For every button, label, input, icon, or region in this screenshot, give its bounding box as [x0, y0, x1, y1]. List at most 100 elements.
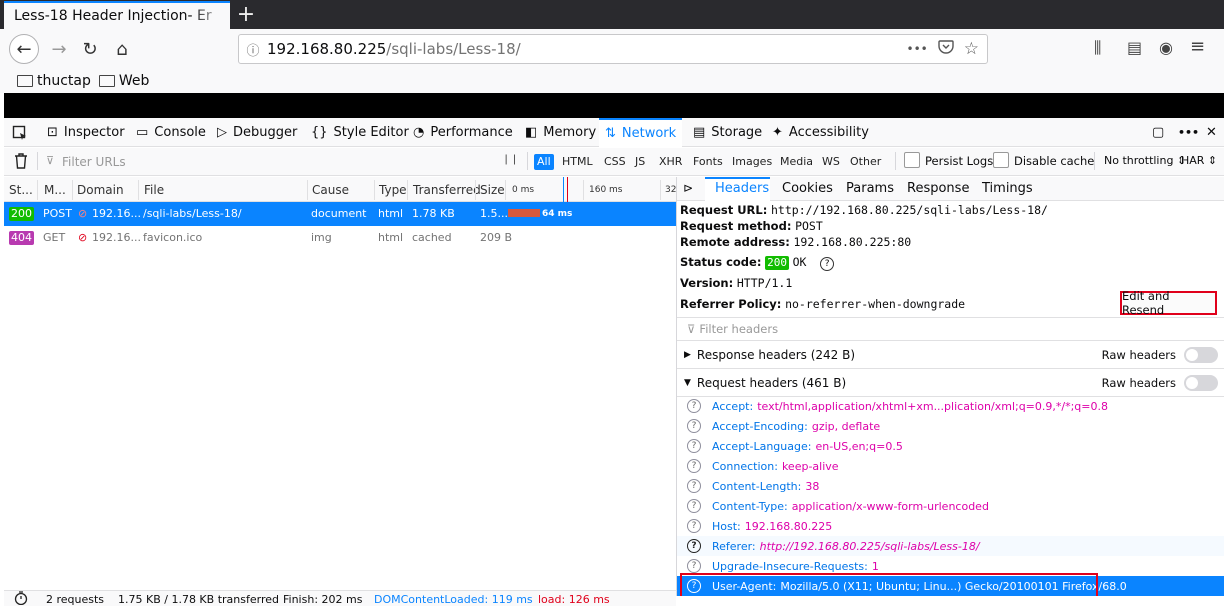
cause-cell: img — [311, 231, 332, 244]
header-row[interactable]: ? Content-Type: application/x-www-form-url… — [677, 496, 1224, 516]
more-options-icon[interactable]: ••• — [1178, 118, 1199, 147]
col-transferred[interactable]: Transferred — [413, 183, 481, 197]
panel-toggle-icon[interactable]: ⊳ — [683, 181, 693, 195]
har-menu[interactable]: HAR ⇕ — [1181, 154, 1217, 167]
filter-images[interactable]: Images — [729, 154, 775, 170]
raw-headers-label: Raw headers — [1101, 376, 1176, 390]
insecure-icon: ⊘ — [78, 207, 88, 220]
header-row[interactable]: ? Accept-Language: en-US,en;q=0.5 — [677, 436, 1224, 456]
filter-html[interactable]: HTML — [559, 154, 596, 170]
help-icon[interactable]: ? — [687, 519, 701, 533]
filter-css[interactable]: CSS — [601, 154, 629, 170]
tab-network[interactable]: ⇅ Network — [599, 118, 683, 147]
request-headers-section[interactable]: ▼ Request headers (461 B) Raw headers — [677, 368, 1224, 396]
filter-js[interactable]: JS — [632, 154, 648, 170]
help-icon[interactable]: ? — [687, 459, 701, 473]
reload-button[interactable]: ↻ — [75, 34, 105, 64]
tab-accessibility[interactable]: ✦ Accessibility — [772, 118, 869, 147]
edit-and-resend-button[interactable]: Edit and Resend — [1120, 289, 1217, 317]
raw-headers-toggle[interactable] — [1184, 347, 1218, 363]
dock-icon[interactable]: ▢ — [1152, 118, 1164, 147]
col-domain[interactable]: Domain — [77, 183, 124, 197]
pocket-icon[interactable] — [938, 40, 954, 58]
help-icon[interactable]: ? — [687, 399, 701, 413]
filter-media[interactable]: Media — [777, 154, 816, 170]
tab-timings[interactable]: Timings — [982, 181, 1033, 196]
tab-style-editor[interactable]: {} Style Editor — [311, 118, 409, 147]
help-icon[interactable]: ? — [687, 499, 701, 513]
tab-cookies[interactable]: Cookies — [782, 181, 833, 196]
help-icon[interactable]: ? — [687, 559, 701, 573]
status-code-badge: 200 — [765, 256, 789, 270]
filter-other[interactable]: Other — [847, 154, 884, 170]
bookmark-folder[interactable]: Web — [98, 73, 149, 89]
response-headers-section[interactable]: ▶ Response headers (242 B) Raw headers — [677, 340, 1224, 368]
tab-console[interactable]: ▭ Console — [136, 118, 206, 147]
tab-performance[interactable]: ◔ Performance — [413, 118, 513, 147]
help-icon[interactable]: ? — [687, 539, 701, 553]
table-row[interactable]: 200 POST ⊘ 192.16... /sqli-labs/Less-18/… — [4, 202, 676, 226]
trash-icon[interactable] — [14, 153, 28, 172]
col-method[interactable]: M... — [44, 183, 66, 197]
header-row[interactable]: ? Accept-Encoding: gzip, deflate — [677, 416, 1224, 436]
col-file[interactable]: File — [144, 183, 164, 197]
table-row[interactable]: 404 GET ⊘ 192.16... favicon.ico img html… — [4, 226, 676, 250]
col-size[interactable]: Size — [480, 183, 505, 197]
element-picker-icon[interactable] — [12, 118, 28, 147]
file-cell: favicon.ico — [143, 231, 203, 244]
account-icon[interactable]: ◉ — [1159, 38, 1173, 57]
tab-params[interactable]: Params — [846, 181, 894, 196]
header-row[interactable]: ? Connection: keep-alive — [677, 456, 1224, 476]
filter-fonts[interactable]: Fonts — [690, 154, 726, 170]
throttling-select[interactable]: No throttling ⇕ — [1104, 154, 1186, 167]
close-devtools-icon[interactable]: ✕ — [1206, 118, 1217, 147]
url-bar[interactable]: ⓘ 192.168.80.225/sqli-labs/Less-18/ ••• … — [238, 34, 988, 64]
raw-headers-toggle[interactable] — [1184, 375, 1218, 391]
filter-all[interactable]: All — [534, 154, 554, 170]
size-cell: 209 B — [480, 231, 513, 244]
performance-analysis-icon[interactable] — [14, 591, 28, 608]
new-tab-button[interactable]: + — [232, 1, 260, 27]
tab-label: Performance — [430, 125, 513, 140]
library-icon[interactable]: ⫼ — [1094, 38, 1101, 58]
header-row[interactable]: ? Content-Length: 38 — [677, 476, 1224, 496]
help-icon[interactable]: ? — [820, 257, 835, 271]
col-type[interactable]: Type — [379, 183, 407, 197]
disable-cache-checkbox[interactable] — [993, 152, 1009, 168]
header-row[interactable]: ? Accept: text/html,application/xhtml+xm..… — [677, 396, 1224, 416]
accessibility-icon: ✦ — [772, 125, 783, 140]
tab-debugger[interactable]: ▷ Debugger — [217, 118, 297, 147]
forward-button[interactable]: → — [44, 34, 74, 64]
filter-ws[interactable]: WS — [819, 154, 843, 170]
back-button[interactable]: ← — [9, 34, 39, 64]
pause-icon[interactable]: ❘❘ — [502, 154, 519, 165]
bookmark-star-icon[interactable]: ☆ — [964, 39, 979, 59]
tab-storage[interactable]: ▤ Storage — [693, 118, 762, 147]
col-cause[interactable]: Cause — [312, 183, 349, 197]
browser-tab[interactable]: Less-18 Header Injection- Er — [4, 1, 230, 29]
header-row[interactable]: ? Referer: http://192.168.80.225/sqli-labs… — [677, 536, 1224, 556]
tab-headers[interactable]: Headers — [715, 181, 769, 196]
filter-headers-input[interactable]: ⊽ Filter headers — [677, 317, 1224, 339]
request-url-value: http://192.168.80.225/sqli-labs/Less-18/ — [771, 203, 1048, 217]
help-icon[interactable]: ? — [687, 479, 701, 493]
header-value: en-US,en;q=0.5 — [815, 439, 903, 453]
filter-urls-input[interactable]: Filter URLs — [62, 155, 126, 169]
header-row[interactable]: ? Host: 192.168.80.225 — [677, 516, 1224, 536]
col-status[interactable]: St... — [9, 183, 33, 197]
home-button[interactable]: ⌂ — [107, 34, 137, 64]
tab-response[interactable]: Response — [907, 181, 969, 196]
help-icon[interactable]: ? — [687, 439, 701, 453]
sidebar-icon[interactable]: ▤ — [1127, 38, 1142, 57]
bookmark-label: thuctap — [37, 73, 91, 89]
info-icon[interactable]: ⓘ — [239, 40, 267, 59]
tab-inspector[interactable]: ⊡ Inspector — [47, 118, 125, 147]
bookmark-folder[interactable]: thuctap — [17, 73, 91, 89]
filter-xhr[interactable]: XHR — [656, 154, 685, 170]
disable-cache-label: Disable cache — [1014, 154, 1095, 168]
page-actions-icon[interactable]: ••• — [907, 42, 928, 56]
tab-memory[interactable]: ◧ Memory — [525, 118, 596, 147]
help-icon[interactable]: ? — [687, 419, 701, 433]
menu-icon[interactable]: ≡ — [1190, 36, 1205, 57]
persist-logs-checkbox[interactable] — [904, 152, 920, 168]
